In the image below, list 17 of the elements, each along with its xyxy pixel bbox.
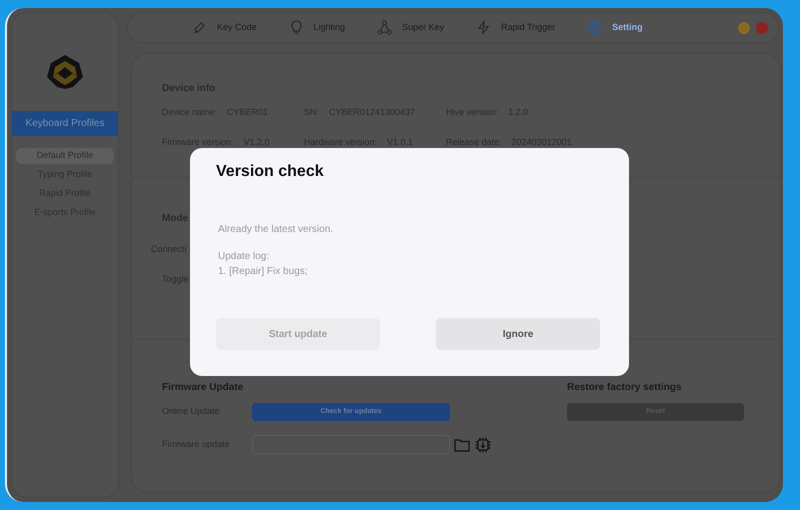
update-log-title: Update log: [218,250,270,264]
sidebar-header: Keyboard Profiles [12,111,118,136]
settings-icon [587,20,602,35]
minimize-button[interactable] [738,22,750,34]
lightbulb-icon [288,20,304,35]
lightning-icon [476,20,492,35]
nodes-icon [377,20,392,35]
dialog-title: Version check [216,162,325,182]
chip-download-icon[interactable] [475,436,491,452]
dialog-message: Already the latest version. [218,223,334,237]
update-log-entry: 1. [Repair] Fix bugs; [218,265,308,279]
logo-icon [45,53,85,91]
nav-tab[interactable]: Setting [587,20,643,35]
close-button[interactable] [756,22,768,34]
dialog-button[interactable]: Ignore [436,318,600,350]
folder-icon[interactable] [454,438,470,452]
pen-icon [192,20,207,35]
